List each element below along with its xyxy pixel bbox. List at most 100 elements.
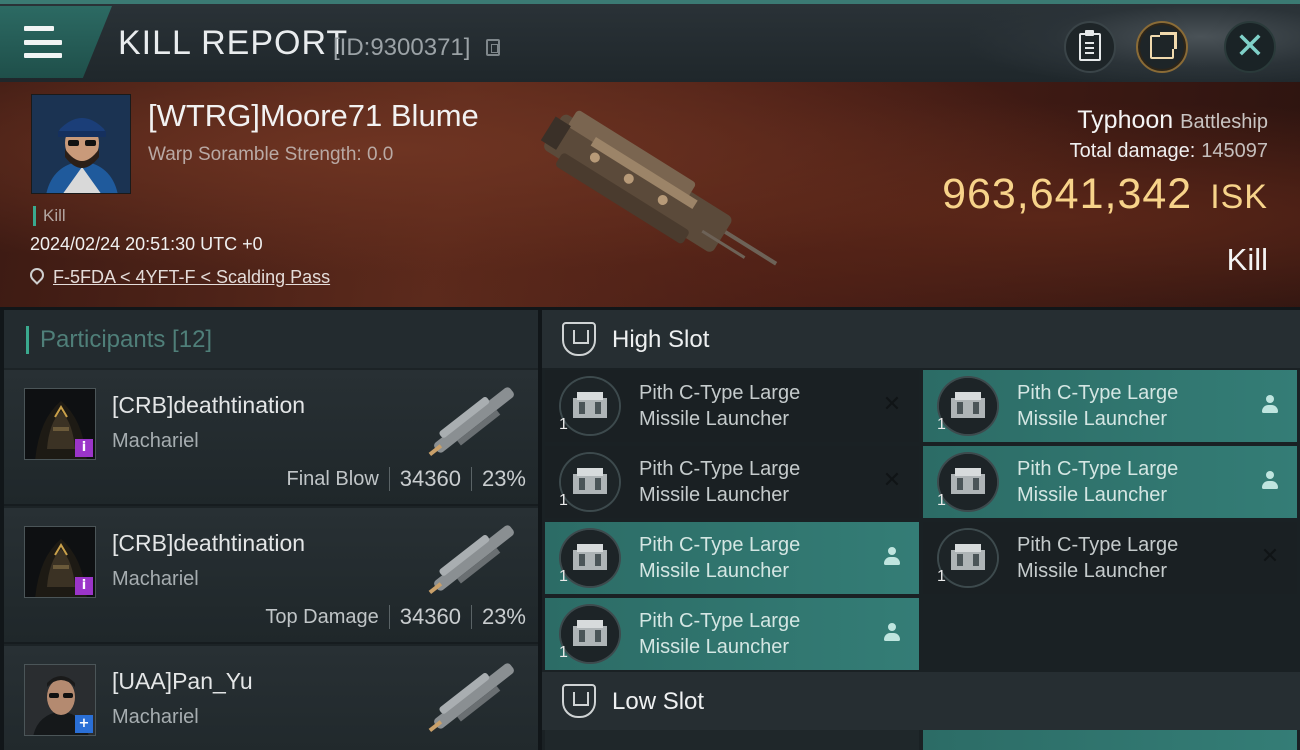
header-accent <box>26 326 29 354</box>
module-name: Pith C-Type Large Missile Launcher <box>639 532 859 584</box>
high-slot-header: High Slot <box>542 310 1300 368</box>
destroyed-icon: ✕ <box>882 468 902 493</box>
module-name-line2: Missile Launcher <box>639 484 790 506</box>
missile-launcher-icon <box>937 452 999 512</box>
copy-icon[interactable] <box>486 39 500 56</box>
victim-pilot-name[interactable]: [WTRG]Moore71 Blume <box>148 98 479 134</box>
participant-ship: Machariel <box>112 706 199 728</box>
clipboard-button[interactable] <box>1064 21 1116 73</box>
participant-name[interactable]: [CRB]deathtination <box>112 392 305 419</box>
victim-ship-type[interactable]: Typhoon Battleship <box>1077 106 1268 135</box>
fitting-panel: High Slot 1 Pith C-Type Large Missile Lau… <box>542 310 1300 750</box>
title-bar: KILL REPORT [ID:9300371] ✕ <box>0 0 1300 86</box>
dropped-person-icon <box>1257 468 1283 494</box>
low-slot-modules <box>542 728 1300 750</box>
high-slot-title: High Slot <box>612 326 710 353</box>
participant-percent: 23% <box>481 604 526 629</box>
module-name: Pith C-Type Large Missile Launcher <box>1017 456 1237 508</box>
low-slot-header: Low Slot <box>542 672 1300 730</box>
location-link[interactable]: F-5FDA < 4YFT-F < Scalding Pass <box>53 267 330 288</box>
total-damage: Total damage: 145097 <box>1070 140 1268 163</box>
module-quantity: 1 <box>937 416 946 433</box>
clipboard-icon <box>1079 30 1101 61</box>
module-quantity: 1 <box>559 492 568 509</box>
participant-ship-icon <box>428 525 514 595</box>
missile-launcher-icon <box>559 604 621 664</box>
dropped-person-icon <box>1257 392 1283 418</box>
participant-ship: Machariel <box>112 568 199 590</box>
menu-icon[interactable] <box>24 26 62 58</box>
participant-row[interactable]: i [CRB]deathtination Machariel Final Blo… <box>4 370 538 506</box>
module-item[interactable]: 1 Pith C-Type Large Missile Launcher <box>545 522 919 594</box>
close-icon: ✕ <box>1234 26 1266 67</box>
participant-avatar[interactable]: + <box>24 664 96 736</box>
module-item[interactable]: 1 Pith C-Type Large Missile Launcher <box>545 598 919 670</box>
module-name: Pith C-Type Large Missile Launcher <box>1017 532 1237 584</box>
participant-avatar[interactable]: i <box>24 526 96 598</box>
module-quantity: 1 <box>559 416 568 433</box>
participant-row[interactable]: i [CRB]deathtination Machariel Top Damag… <box>4 508 538 644</box>
module-name: Pith C-Type Large Missile Launcher <box>639 608 859 660</box>
module-item[interactable] <box>923 730 1297 750</box>
module-name-line1: Pith C-Type Large <box>1017 534 1179 556</box>
participant-stats: Top Damage 34360 23% <box>265 604 526 630</box>
missile-launcher-icon <box>937 528 999 588</box>
module-name: Pith C-Type Large Missile Launcher <box>639 456 859 508</box>
participant-damage: 34360 <box>399 466 461 491</box>
total-damage-value: 145097 <box>1201 140 1268 162</box>
missile-launcher-icon <box>937 376 999 436</box>
victim-ship-image <box>540 110 778 266</box>
share-button[interactable] <box>1136 21 1188 73</box>
ship-name: Typhoon <box>1077 106 1174 134</box>
module-name-line1: Pith C-Type Large <box>1017 458 1179 480</box>
kill-tag: Kill <box>33 206 66 226</box>
high-slot-icon <box>562 322 596 356</box>
page-title: KILL REPORT <box>118 24 349 62</box>
low-slot-icon <box>562 684 596 718</box>
participant-ship-icon <box>428 387 514 457</box>
module-name-line2: Missile Launcher <box>1017 484 1168 506</box>
module-name-line1: Pith C-Type Large <box>639 610 801 632</box>
module-item[interactable]: 1 Pith C-Type Large Missile Launcher <box>923 446 1297 518</box>
share-icon <box>1150 32 1177 59</box>
missile-launcher-icon <box>559 528 621 588</box>
module-quantity: 1 <box>937 492 946 509</box>
module-quantity: 1 <box>559 644 568 661</box>
participant-row[interactable]: + [UAA]Pan_Yu Machariel <box>4 646 538 750</box>
isk-amount: 963,641,342 <box>942 170 1193 218</box>
total-damage-label: Total damage: <box>1069 140 1196 162</box>
module-item[interactable]: 1 Pith C-Type Large Missile Launcher ✕ <box>923 522 1297 594</box>
participant-role: Top Damage <box>265 605 379 628</box>
victim-banner: [WTRG]Moore71 Blume Warp Soramble Streng… <box>0 82 1300 307</box>
module-item[interactable]: 1 Pith C-Type Large Missile Launcher ✕ <box>545 370 919 442</box>
module-name-line2: Missile Launcher <box>639 560 790 582</box>
warp-scramble-strength: Warp Soramble Strength: 0.0 <box>148 144 394 165</box>
participant-avatar[interactable]: i <box>24 388 96 460</box>
module-item[interactable]: 1 Pith C-Type Large Missile Launcher ✕ <box>545 446 919 518</box>
module-name-line1: Pith C-Type Large <box>1017 382 1179 404</box>
module-name-line2: Missile Launcher <box>639 636 790 658</box>
module-item[interactable] <box>545 730 919 750</box>
module-name-line1: Pith C-Type Large <box>639 534 801 556</box>
module-name-line1: Pith C-Type Large <box>639 458 801 480</box>
dropped-person-icon <box>879 620 905 646</box>
low-slot-title: Low Slot <box>612 688 705 715</box>
participant-damage: 34360 <box>399 604 461 629</box>
participant-percent: 23% <box>481 466 526 491</box>
module-item[interactable]: 1 Pith C-Type Large Missile Launcher <box>923 370 1297 442</box>
close-button[interactable]: ✕ <box>1224 21 1276 73</box>
victim-portrait[interactable] <box>31 94 131 194</box>
destroyed-icon: ✕ <box>1260 544 1280 569</box>
isk-unit: ISK <box>1210 178 1268 216</box>
participant-badge: i <box>75 577 93 595</box>
participant-ship-icon <box>428 663 514 733</box>
participant-badge: + <box>75 715 93 733</box>
module-name-line1: Pith C-Type Large <box>639 382 801 404</box>
participants-header: Participants [12] <box>4 310 538 368</box>
module-name-line2: Missile Launcher <box>1017 408 1168 430</box>
module-quantity: 1 <box>559 568 568 585</box>
participant-ship: Machariel <box>112 430 199 452</box>
participant-name[interactable]: [UAA]Pan_Yu <box>112 668 253 695</box>
dropped-person-icon <box>879 544 905 570</box>
participant-name[interactable]: [CRB]deathtination <box>112 530 305 557</box>
